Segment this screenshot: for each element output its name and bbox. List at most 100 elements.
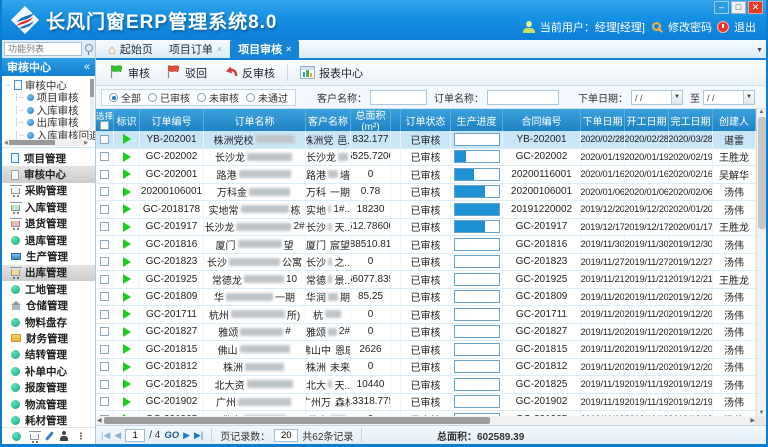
row-checkbox[interactable] <box>100 310 109 319</box>
radio-icon[interactable] <box>197 93 206 102</box>
page-size-input[interactable] <box>274 429 298 442</box>
page-number-input[interactable] <box>125 429 145 442</box>
tree-vertical-scrollbar[interactable] <box>90 79 94 129</box>
collapse-icon[interactable]: « <box>84 61 90 73</box>
sidebar-item-工地管理[interactable]: 工地管理 <box>2 281 95 297</box>
row-checkbox[interactable] <box>100 187 109 196</box>
sidebar-item-补单中心[interactable]: 补单中心 <box>2 363 95 379</box>
sidebar-item-仓储管理[interactable]: 仓储管理 <box>2 298 95 314</box>
row-checkbox[interactable] <box>100 205 109 214</box>
cart-icon[interactable] <box>30 434 39 440</box>
last-page-button[interactable]: ▶| <box>194 430 203 441</box>
sidebar-item-入库管理[interactable]: 入库管理 <box>2 199 95 215</box>
row-checkbox[interactable] <box>100 152 109 161</box>
pen-icon[interactable] <box>45 431 54 441</box>
scroll-thumb[interactable] <box>9 140 55 145</box>
报表中心-button[interactable]: 报表中心 <box>293 63 370 83</box>
pin-icon[interactable] <box>84 43 93 55</box>
table-row[interactable]: GC-201809华一期华润期85.25已审核GC-2018092019/11/… <box>96 289 756 307</box>
row-checkbox[interactable] <box>100 380 109 389</box>
tree-horizontal-scrollbar[interactable]: ◀ ▶ <box>4 139 88 146</box>
tab-overflow-icon[interactable]: ▼ <box>756 47 763 54</box>
radio-未审核[interactable]: 未审核 <box>197 90 239 105</box>
customer-name-input[interactable] <box>370 90 427 105</box>
sidebar-item-财务管理[interactable]: 财务管理 <box>2 330 95 346</box>
person-icon[interactable] <box>60 431 68 441</box>
row-checkbox[interactable] <box>100 240 109 249</box>
row-checkbox[interactable] <box>100 275 109 284</box>
table-row[interactable]: GC-201711杭州所)杭0已审核GC-2017112019/11/20201… <box>96 306 756 324</box>
calendar-dropdown-icon[interactable]: ▼ <box>743 91 754 104</box>
table-row[interactable]: YB-202001株洲党校株洲党邑..832.177已审核YB-20200120… <box>96 131 756 149</box>
sidebar-item-采购管理[interactable]: 采购管理 <box>2 183 95 199</box>
table-row[interactable]: GC-201827雅颂#雅颂2#0已审核GC-2018272019/11/202… <box>96 324 756 342</box>
tab-起始页[interactable]: ⌂起始页 <box>100 40 161 58</box>
sidebar-item-结转管理[interactable]: 结转管理 <box>2 347 95 363</box>
go-button[interactable]: GO <box>164 430 179 441</box>
scroll-right-icon[interactable]: ▶ <box>84 140 88 146</box>
row-checkbox[interactable] <box>100 345 109 354</box>
circle-icon[interactable] <box>12 432 21 441</box>
select-all-checkbox[interactable] <box>100 121 109 130</box>
radio-已审核[interactable]: 已审核 <box>148 90 190 105</box>
prev-page-button[interactable]: ◀ <box>114 430 121 441</box>
scroll-left-icon[interactable]: ◀ <box>97 417 102 424</box>
row-checkbox[interactable] <box>100 257 109 266</box>
table-row[interactable]: GC-201812株洲株洲未来0已审核GC-2018122019/11/2020… <box>96 359 756 377</box>
table-row[interactable]: GC-202002长沙龙长沙龙65525.7200..已审核GC-2020022… <box>96 149 756 167</box>
sidebar-item-项目管理[interactable]: 项目管理 <box>2 150 95 166</box>
table-row[interactable]: GC-202001路港路港墙0已审核202001160012020/01/162… <box>96 166 756 184</box>
sidebar-item-退库管理[interactable]: 退库管理 <box>2 232 95 248</box>
minimize-button[interactable]: – <box>714 1 729 14</box>
radio-icon[interactable] <box>246 93 255 102</box>
scroll-thumb[interactable] <box>758 117 766 229</box>
row-checkbox[interactable] <box>100 222 109 231</box>
sidebar-item-生产管理[interactable]: 生产管理 <box>2 248 95 264</box>
row-checkbox[interactable] <box>100 292 109 301</box>
first-page-button[interactable]: |◀ <box>101 430 110 441</box>
scroll-left-icon[interactable]: ◀ <box>4 140 8 146</box>
close-button[interactable]: ✕ <box>748 1 763 14</box>
calendar-dropdown-icon[interactable]: ▼ <box>671 91 682 104</box>
row-checkbox[interactable] <box>100 362 109 371</box>
table-row[interactable]: GC-201816厦门望厦门宸望188510.818已审核GC-20181620… <box>96 236 756 254</box>
radio-全部[interactable]: 全部 <box>109 90 141 105</box>
vertical-scrollbar[interactable]: ▲ ▼ <box>756 109 766 416</box>
table-row[interactable]: GC-201917长沙龙2#长沙天..8512.78600..已审核GC-201… <box>96 219 756 237</box>
sidebar-item-物料盘存[interactable]: 物料盘存 <box>2 314 95 330</box>
table-row[interactable]: GC-2018178实地常栋实地1#..18230已审核201912200022… <box>96 201 756 219</box>
function-search-input[interactable] <box>4 42 82 56</box>
驳回-button[interactable]: 驳回 <box>159 62 214 84</box>
logout-link[interactable]: 退出 <box>734 19 756 35</box>
反审核-button[interactable]: 反审核 <box>216 62 282 83</box>
row-checkbox[interactable] <box>100 397 109 406</box>
radio-icon[interactable] <box>109 93 118 102</box>
table-row[interactable]: GC-201825北大资北大天..10440已审核GC-2018252019/1… <box>96 376 756 394</box>
table-row[interactable]: GC-201902广州广州万森林13318.775已审核GC-201902201… <box>96 394 756 412</box>
horizontal-scrollbar[interactable]: ◀ ▶ <box>96 416 766 425</box>
change-password-link[interactable]: 修改密码 <box>668 19 712 35</box>
table-row[interactable]: GC-201815佛山佛山中恩康2626已审核GC-2018152019/11/… <box>96 341 756 359</box>
table-row[interactable]: GC-201925常德龙10常德景..266077.835..已审核GC-201… <box>96 271 756 289</box>
table-row[interactable]: 20200106001万科金万科一期0.78已审核202001060012020… <box>96 184 756 202</box>
table-row[interactable]: GC-201823长沙公寓长沙之..0已审核GC-2018232019/11/2… <box>96 254 756 272</box>
radio-icon[interactable] <box>148 93 157 102</box>
tab-close-icon[interactable]: × <box>217 44 222 54</box>
sidebar-item-出库管理[interactable]: 出库管理 <box>2 265 95 281</box>
sidebar-item-耗材管理[interactable]: 耗材管理 <box>2 412 95 427</box>
sidebar-item-报废管理[interactable]: 报废管理 <box>2 379 95 395</box>
row-checkbox[interactable] <box>100 327 109 336</box>
sidebar-item-退货管理[interactable]: 退货管理 <box>2 216 95 232</box>
row-checkbox[interactable] <box>100 170 109 179</box>
scroll-thumb[interactable] <box>104 417 490 424</box>
scroll-up-icon[interactable]: ▲ <box>759 109 765 115</box>
tab-项目订单[interactable]: 项目订单× <box>161 40 230 58</box>
tab-close-icon[interactable]: × <box>286 44 291 54</box>
审核-button[interactable]: 审核 <box>102 62 157 84</box>
tab-项目审核[interactable]: 项目审核× <box>230 40 299 58</box>
sidebar-item-物流管理[interactable]: 物流管理 <box>2 396 95 412</box>
next-page-button[interactable]: ▶ <box>183 430 190 441</box>
order-name-input[interactable] <box>487 90 559 105</box>
radio-未通过[interactable]: 未通过 <box>246 90 288 105</box>
sidebar-item-审核中心[interactable]: 审核中心 <box>2 166 95 182</box>
